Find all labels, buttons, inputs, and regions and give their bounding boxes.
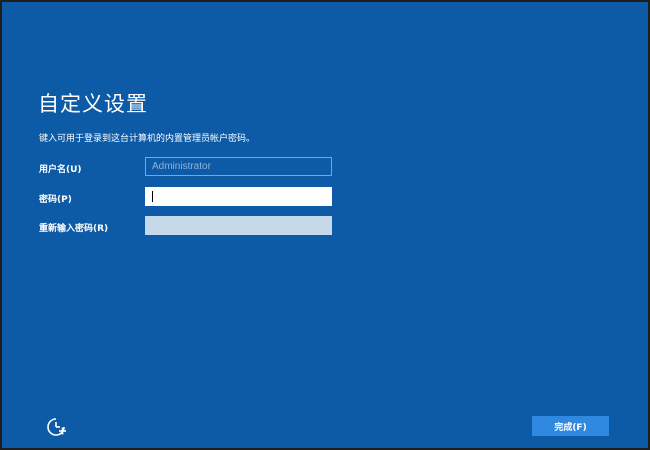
username-field	[145, 157, 332, 176]
page-title: 自定义设置	[38, 92, 148, 116]
username-label: 用户名(U)	[39, 165, 82, 175]
page-subtitle: 键入可用于登录到这台计算机的内置管理员帐户密码。	[39, 134, 256, 144]
password-label: 密码(P)	[39, 195, 72, 205]
finish-button[interactable]: 完成(F)	[532, 416, 609, 436]
password-field[interactable]	[145, 187, 332, 206]
repassword-field[interactable]	[145, 216, 332, 235]
accessibility-icon[interactable]	[45, 416, 67, 438]
text-caret	[152, 191, 153, 202]
setup-screen: 自定义设置 键入可用于登录到这台计算机的内置管理员帐户密码。 用户名(U) 密码…	[2, 2, 648, 448]
repassword-label: 重新输入密码(R)	[39, 224, 109, 234]
